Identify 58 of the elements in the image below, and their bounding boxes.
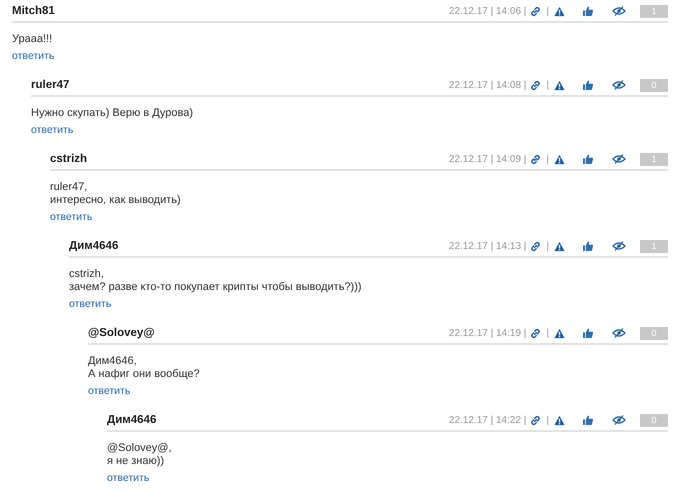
- link-icon[interactable]: [530, 414, 542, 426]
- reply-link[interactable]: ответить: [31, 124, 74, 136]
- reply-link[interactable]: ответить: [107, 472, 150, 484]
- link-icon[interactable]: [530, 240, 542, 252]
- reply-link[interactable]: ответить: [88, 385, 130, 397]
- link-icon[interactable]: [530, 6, 542, 16]
- hide-icon[interactable]: [612, 154, 626, 164]
- comment-text: Урааа!!!: [12, 33, 54, 46]
- warning-icon[interactable]: [554, 240, 565, 252]
- hide-icon[interactable]: [612, 6, 626, 16]
- comment-date: 22.12.17 | 14:13 |: [448, 240, 526, 252]
- link-icon[interactable]: [530, 154, 542, 164]
- link-icon[interactable]: [530, 328, 542, 338]
- comment-text: Нужно скупать) Верю в Дурова): [31, 107, 194, 120]
- thumbs-up-icon[interactable]: [582, 327, 594, 339]
- reply-link[interactable]: ответить: [50, 211, 92, 223]
- comment-text: я не знаю)): [107, 455, 166, 468]
- warning-icon[interactable]: [554, 414, 565, 426]
- separator: |: [546, 328, 549, 338]
- author-name[interactable]: cstrizh: [50, 153, 88, 165]
- author-name[interactable]: Дим4646: [69, 240, 118, 252]
- comment-text: ruler47,: [50, 181, 88, 194]
- hide-icon[interactable]: [612, 80, 626, 90]
- thumbs-up-icon[interactable]: [582, 5, 594, 17]
- thumbs-up-icon[interactable]: [582, 414, 594, 426]
- separator: |: [546, 154, 549, 164]
- comment-text: cstrizh,: [69, 268, 105, 281]
- thumbs-up-icon[interactable]: [582, 153, 594, 165]
- comment-text: Дим4646,: [88, 355, 138, 368]
- author-name[interactable]: Mitch81: [12, 5, 55, 17]
- warning-icon[interactable]: [554, 328, 565, 338]
- warning-icon[interactable]: [554, 6, 565, 16]
- comment-date: 22.12.17 | 14:06 |: [448, 6, 526, 16]
- comment-date: 22.12.17 | 14:09 |: [448, 154, 526, 164]
- warning-icon[interactable]: [554, 154, 565, 164]
- warning-icon[interactable]: [554, 80, 565, 90]
- thumbs-up-icon[interactable]: [582, 79, 594, 91]
- separator: |: [546, 414, 549, 426]
- separator: |: [546, 240, 549, 252]
- link-icon[interactable]: [530, 80, 542, 90]
- comment-text: @Solovey@,: [107, 442, 173, 455]
- comment-date: 22.12.17 | 14:22 |: [448, 414, 526, 426]
- reply-link[interactable]: ответить: [69, 298, 112, 310]
- separator: |: [546, 6, 549, 16]
- author-name[interactable]: ruler47: [31, 79, 70, 91]
- comment-text: зачем? разве кто-то покупает крипты чтобы выводить?))): [69, 281, 363, 294]
- comment-date: 22.12.17 | 14:08 |: [448, 80, 526, 90]
- comment-text: А нафиг они вообще?: [88, 368, 201, 381]
- hide-icon[interactable]: [612, 241, 626, 251]
- hide-icon[interactable]: [612, 415, 626, 425]
- separator: |: [546, 80, 549, 90]
- thumbs-up-icon[interactable]: [582, 240, 594, 252]
- comment-date: 22.12.17 | 14:19 |: [448, 328, 526, 338]
- author-name[interactable]: Дим4646: [107, 414, 156, 426]
- hide-icon[interactable]: [612, 328, 626, 338]
- reply-link[interactable]: ответить: [12, 50, 54, 62]
- comment-text: интересно, как выводить): [50, 194, 182, 207]
- author-name[interactable]: @Solovey@: [88, 327, 155, 339]
